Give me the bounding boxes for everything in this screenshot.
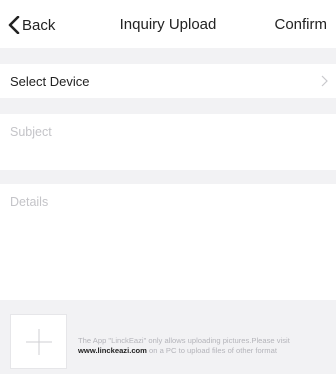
section-divider	[0, 98, 336, 114]
chevron-right-icon	[321, 75, 328, 87]
upload-notice: The App "LinckEazi" only allows uploadin…	[78, 336, 330, 356]
notice-text-end: on a PC to upload files of other format	[146, 346, 277, 355]
add-picture-button[interactable]	[10, 314, 67, 369]
details-placeholder: Details	[10, 195, 49, 209]
select-device-label: Select Device	[10, 74, 90, 89]
details-field[interactable]: Details	[0, 184, 336, 300]
select-device-row[interactable]: Select Device	[0, 64, 336, 98]
back-label: Back	[22, 16, 56, 34]
subject-field[interactable]: Subject	[0, 114, 336, 170]
upload-area: The App "LinckEazi" only allows uploadin…	[0, 300, 336, 374]
notice-text: The App "LinckEazi" only allows uploadin…	[78, 336, 290, 345]
confirm-button[interactable]: Confirm	[274, 16, 327, 33]
navigation-bar: Back Inquiry Upload Confirm	[0, 0, 336, 48]
website-link[interactable]: www.linckeazi.com	[78, 346, 147, 355]
subject-placeholder: Subject	[10, 125, 52, 139]
section-divider	[0, 48, 336, 64]
plus-icon	[26, 329, 52, 355]
chevron-left-icon	[8, 16, 20, 34]
section-divider	[0, 170, 336, 184]
back-button[interactable]: Back	[8, 14, 55, 36]
